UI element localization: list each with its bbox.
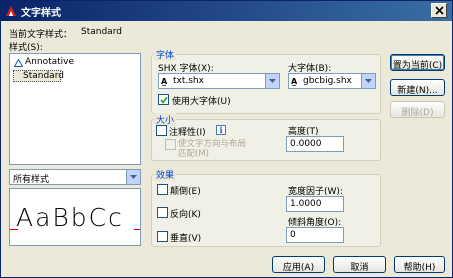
baseline-marker-right	[134, 229, 140, 230]
new-button-label: 新建(N)...	[397, 86, 438, 96]
cancel-button[interactable]: 取消	[333, 256, 386, 273]
big-font-icon: A̲	[291, 77, 298, 86]
vertical-label: 垂直(V)	[170, 234, 202, 244]
style-list[interactable]: Annotative Standard	[9, 53, 141, 165]
cancel-button-label: 取消	[350, 263, 369, 273]
list-item-label: Standard	[23, 71, 64, 81]
effects-group-title: 效果	[154, 168, 177, 181]
set-current-button[interactable]: 置为当前(C)	[390, 54, 445, 71]
width-factor-value: 1.0000	[290, 199, 322, 209]
use-big-font-checkbox[interactable]	[158, 94, 169, 105]
new-button[interactable]: 新建(N)...	[390, 79, 445, 96]
match-orientation-label-line2: 匹配(M)	[178, 149, 209, 159]
backwards-label: 反向(K)	[170, 210, 201, 220]
shx-font-select[interactable]: A̲ txt.shx	[158, 73, 280, 89]
chevron-down-icon	[269, 79, 276, 83]
list-item-label: Annotative	[25, 57, 75, 67]
apply-button[interactable]: 应用(A)	[272, 256, 325, 273]
upside-down-label: 颠倒(E)	[170, 187, 201, 197]
current-style-label: 当前文字样式：	[9, 30, 73, 40]
set-current-button-label: 置为当前(C)	[392, 61, 443, 71]
oblique-angle-value: 0	[290, 230, 296, 240]
chevron-down-icon	[130, 175, 137, 179]
info-icon[interactable]: i	[216, 125, 226, 135]
oblique-angle-input[interactable]: 0	[286, 227, 344, 243]
current-style-value: Standard	[81, 27, 122, 37]
width-factor-input[interactable]: 1.0000	[286, 196, 344, 212]
help-button[interactable]: 帮助(H)	[394, 256, 445, 273]
vertical-checkbox[interactable]	[157, 231, 168, 242]
shx-font-icon: A̲	[161, 77, 168, 86]
help-button-label: 帮助(H)	[403, 263, 436, 273]
window-title: 文字样式	[21, 8, 61, 19]
list-item-selected[interactable]: Standard	[13, 70, 64, 82]
backwards-checkbox[interactable]	[157, 207, 168, 218]
delete-button-label: 删除(D)	[401, 108, 434, 118]
big-font-dropdown-button[interactable]	[361, 74, 375, 88]
match-orientation-checkbox[interactable]	[165, 139, 176, 150]
list-item[interactable]: Annotative	[13, 57, 133, 69]
style-filter-select[interactable]: 所有样式	[9, 169, 141, 185]
big-font-select[interactable]: A̲ gbcbig.shx	[288, 73, 376, 89]
apply-button-label: 应用(A)	[282, 263, 315, 273]
preview-sample-text: AaBbCc	[16, 203, 124, 232]
styles-label: 样式(S):	[9, 43, 43, 53]
font-group-title: 字体	[154, 48, 177, 61]
close-icon	[435, 6, 444, 15]
text-style-dialog: 文字样式 当前文字样式： Standard 样式(S): Annotative …	[0, 0, 453, 278]
autocad-app-icon	[6, 6, 16, 16]
style-filter-dropdown-button[interactable]	[126, 170, 140, 184]
big-font-value: gbcbig.shx	[303, 76, 352, 86]
delete-button[interactable]: 删除(D)	[390, 101, 445, 118]
shx-font-value: txt.shx	[173, 76, 204, 86]
chevron-down-icon	[365, 79, 372, 83]
height-value: 0.0000	[290, 139, 322, 149]
shx-font-dropdown-button[interactable]	[265, 74, 279, 88]
style-filter-value: 所有样式	[13, 175, 50, 185]
upside-down-checkbox[interactable]	[157, 184, 168, 195]
style-preview: AaBbCc	[9, 188, 141, 246]
close-button[interactable]	[431, 3, 447, 18]
use-big-font-label: 使用大字体(U)	[172, 97, 231, 107]
height-input[interactable]: 0.0000	[286, 136, 344, 152]
checkmark-icon	[160, 96, 168, 104]
annotative-icon	[14, 59, 23, 67]
title-bar[interactable]: 文字样式	[1, 1, 452, 21]
annotative-checkbox[interactable]	[156, 125, 167, 136]
